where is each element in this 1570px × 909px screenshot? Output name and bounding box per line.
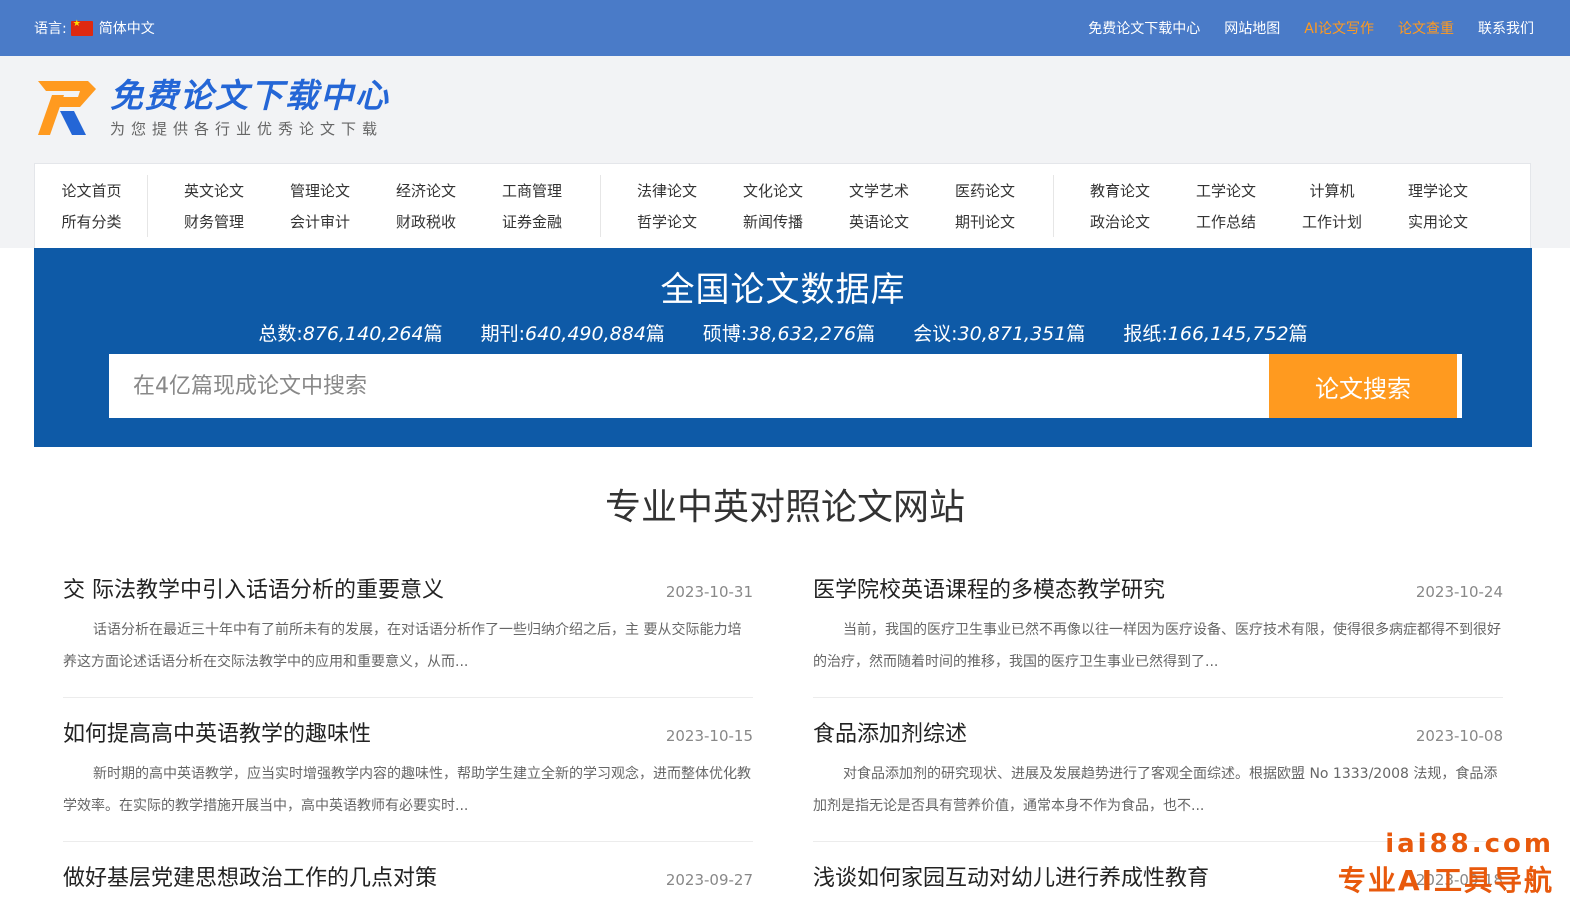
site-logo[interactable]: 免费论文下载中心 为您提供各行业优秀论文下载 bbox=[34, 76, 390, 139]
search-input[interactable] bbox=[109, 354, 1269, 418]
nav-item[interactable]: 会计审计 bbox=[267, 211, 373, 232]
stat-thesis: 硕博:38,632,276篇 bbox=[702, 323, 876, 345]
language-label: 语言: bbox=[34, 21, 67, 37]
article-date: 2023-10-31 bbox=[665, 583, 753, 601]
nav-item[interactable]: 法律论文 bbox=[614, 180, 720, 201]
stat-conference: 会议:30,871,351篇 bbox=[913, 323, 1086, 345]
watermark-domain: iai88.com bbox=[1385, 829, 1554, 859]
search-button[interactable]: 论文搜索 bbox=[1269, 354, 1457, 418]
nav-item[interactable]: 教育论文 bbox=[1067, 180, 1173, 201]
top-link-sitemap[interactable]: 网站地图 bbox=[1224, 18, 1280, 38]
china-flag-icon bbox=[70, 19, 93, 36]
nav-item[interactable]: 英文论文 bbox=[161, 180, 267, 201]
nav-group-business: 英文论文 财务管理 管理论文 会计审计 经济论文 财政税收 工商管理 证券金融 bbox=[148, 175, 601, 237]
article-date: 2023-10-15 bbox=[665, 727, 753, 745]
search-box: 论文搜索 bbox=[109, 354, 1462, 418]
article-date: 2023-10-08 bbox=[1415, 727, 1503, 745]
article-excerpt: 话语分析在最近三十年中有了前所未有的发展，在对话语分析作了一些归纳介绍之后，主 … bbox=[63, 622, 742, 670]
nav-item[interactable]: 论文首页 bbox=[35, 180, 148, 201]
language-value[interactable]: 简体中文 bbox=[99, 18, 155, 38]
top-link-download-center[interactable]: 免费论文下载中心 bbox=[1088, 18, 1200, 38]
category-nav: 论文首页 所有分类 英文论文 财务管理 管理论文 会计审计 经济论文 财政税收 … bbox=[34, 163, 1531, 248]
logo-k-icon bbox=[38, 80, 96, 135]
nav-item[interactable]: 实用论文 bbox=[1385, 211, 1491, 232]
watermark: iai88.com 专业AI工具导航 bbox=[1338, 829, 1554, 899]
article-item[interactable]: 做好基层党建思想政治工作的几点对策 2023-09-27 bbox=[63, 860, 753, 892]
nav-group-humanities: 法律论文 哲学论文 文化论文 新闻传播 文学艺术 英语论文 医药论文 期刊论文 bbox=[601, 175, 1054, 237]
nav-item[interactable]: 理学论文 bbox=[1385, 180, 1491, 201]
article-title[interactable]: 做好基层党建思想政治工作的几点对策 bbox=[63, 860, 437, 892]
article-excerpt: 当前，我国的医疗卫生事业已然不再像以往一样因为医疗设备、医疗技术有限，使得很多病… bbox=[813, 622, 1501, 670]
article-title[interactable]: 医学院校英语课程的多模态教学研究 bbox=[813, 572, 1165, 604]
database-stats: 总数:876,140,264篇 期刊:640,490,884篇 硕博:38,63… bbox=[34, 319, 1532, 346]
nav-item[interactable]: 文学艺术 bbox=[826, 180, 932, 201]
nav-item[interactable]: 工作总结 bbox=[1173, 211, 1279, 232]
logo-subtitle: 为您提供各行业优秀论文下载 bbox=[110, 120, 384, 138]
divider bbox=[813, 697, 1503, 698]
nav-item[interactable]: 工学论文 bbox=[1173, 180, 1279, 201]
language-selector[interactable]: 语言: 简体中文 bbox=[34, 18, 155, 38]
nav-item[interactable]: 经济论文 bbox=[373, 180, 479, 201]
article-item[interactable]: 交 际法教学中引入话语分析的重要意义 2023-10-31 话语分析在最近三十年… bbox=[63, 572, 753, 678]
nav-group-home: 论文首页 所有分类 bbox=[35, 175, 148, 237]
banner-title: 全国论文数据库 bbox=[660, 270, 906, 310]
watermark-tagline: 专业AI工具导航 bbox=[1337, 864, 1554, 897]
top-link-plagiarism-check[interactable]: 论文查重 bbox=[1398, 18, 1454, 38]
top-link-contact[interactable]: 联系我们 bbox=[1478, 18, 1534, 38]
article-date: 2023-10-24 bbox=[1415, 583, 1503, 601]
nav-item[interactable]: 工商管理 bbox=[479, 180, 585, 201]
article-title[interactable]: 食品添加剂综述 bbox=[813, 716, 967, 748]
stat-total: 总数:876,140,264篇 bbox=[258, 323, 443, 345]
divider bbox=[63, 841, 753, 842]
article-title[interactable]: 如何提高高中英语教学的趣味性 bbox=[63, 716, 371, 748]
nav-item[interactable]: 所有分类 bbox=[35, 211, 148, 232]
header: 免费论文下载中心 为您提供各行业优秀论文下载 论文首页 所有分类 英文论文 财务… bbox=[0, 56, 1570, 248]
nav-item[interactable]: 证券金融 bbox=[479, 211, 585, 232]
nav-item[interactable]: 管理论文 bbox=[267, 180, 373, 201]
nav-item[interactable]: 英语论文 bbox=[826, 211, 932, 232]
article-excerpt: 对食品添加剂的研究现状、进展及发展趋势进行了客观全面综述。根据欧盟 No 133… bbox=[813, 766, 1498, 814]
nav-item[interactable]: 财务管理 bbox=[161, 211, 267, 232]
nav-item[interactable]: 工作计划 bbox=[1279, 211, 1385, 232]
nav-group-science: 教育论文 政治论文 工学论文 工作总结 计算机 工作计划 理学论文 实用论文 bbox=[1054, 175, 1530, 237]
top-bar: 语言: 简体中文 免费论文下载中心 网站地图 AI论文写作 论文查重 联系我们 bbox=[0, 0, 1570, 56]
nav-item[interactable]: 新闻传播 bbox=[720, 211, 826, 232]
nav-item[interactable]: 期刊论文 bbox=[932, 211, 1038, 232]
top-links: 免费论文下载中心 网站地图 AI论文写作 论文查重 联系我们 bbox=[1088, 18, 1534, 38]
nav-item[interactable]: 文化论文 bbox=[720, 180, 826, 201]
stat-newspaper: 报纸:166,145,752篇 bbox=[1123, 323, 1308, 345]
article-title[interactable]: 交 际法教学中引入话语分析的重要意义 bbox=[63, 572, 444, 604]
stat-journal: 期刊:640,490,884篇 bbox=[480, 323, 665, 345]
article-title[interactable]: 浅谈如何家园互动对幼儿进行养成性教育 bbox=[813, 860, 1209, 892]
logo-title: 免费论文下载中心 bbox=[110, 76, 390, 115]
article-excerpt: 新时期的高中英语教学，应当实时增强教学内容的趣味性，帮助学生建立全新的学习观念，… bbox=[63, 766, 751, 814]
nav-item[interactable]: 计算机 bbox=[1279, 180, 1385, 201]
nav-item[interactable]: 医药论文 bbox=[932, 180, 1038, 201]
nav-item[interactable]: 哲学论文 bbox=[614, 211, 720, 232]
nav-item[interactable]: 政治论文 bbox=[1067, 211, 1173, 232]
article-item[interactable]: 医学院校英语课程的多模态教学研究 2023-10-24 当前，我国的医疗卫生事业… bbox=[813, 572, 1503, 678]
divider bbox=[63, 697, 753, 698]
section-title: 专业中英对照论文网站 bbox=[604, 487, 965, 528]
article-item[interactable]: 食品添加剂综述 2023-10-08 对食品添加剂的研究现状、进展及发展趋势进行… bbox=[813, 716, 1503, 822]
top-link-ai-writing[interactable]: AI论文写作 bbox=[1304, 18, 1374, 38]
nav-item[interactable]: 财政税收 bbox=[373, 211, 479, 232]
article-date: 2023-09-27 bbox=[665, 871, 753, 889]
article-item[interactable]: 如何提高高中英语教学的趣味性 2023-10-15 新时期的高中英语教学，应当实… bbox=[63, 716, 753, 822]
search-banner: 全国论文数据库 总数:876,140,264篇 期刊:640,490,884篇 … bbox=[34, 248, 1532, 447]
